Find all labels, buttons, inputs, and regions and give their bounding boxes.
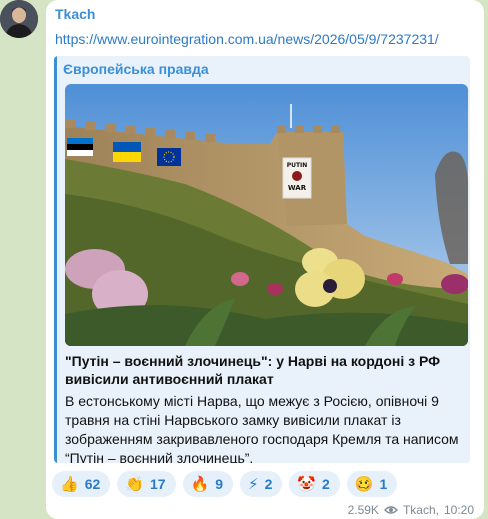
reaction-thumbs-up[interactable]: 👍 62 (52, 471, 111, 497)
view-count: 2.59K (347, 503, 379, 517)
reaction-count: 9 (215, 476, 224, 492)
lightning-icon: ⚡ (248, 475, 259, 493)
preview-image[interactable]: PUTIN WAR (65, 84, 468, 346)
preview-title: "Путін – воєнний злочинець": у Нарві на … (65, 353, 441, 387)
reaction-count: 1 (379, 476, 388, 492)
message-bubble: Tkach https://www.eurointegration.com.ua… (46, 0, 484, 519)
avatar-photo (0, 0, 38, 38)
reaction-count: 2 (264, 476, 273, 492)
poster-top-text: PUTIN (287, 162, 308, 169)
message-time: 10:20 (443, 503, 474, 517)
reaction-count: 62 (84, 476, 101, 492)
woozy-face-icon: 🥴 (354, 475, 374, 493)
preview-description: В естонському місті Нарва, що межує з Ро… (65, 393, 459, 463)
clown-icon: 🤡 (297, 475, 317, 493)
clapping-hands-icon: 👏 (125, 475, 144, 493)
poster-bottom-text: WAR (288, 184, 307, 192)
reaction-lightning[interactable]: ⚡ 2 (240, 471, 283, 497)
reaction-fire[interactable]: 🔥 9 (182, 471, 234, 497)
eye-icon (383, 506, 398, 514)
link-preview[interactable]: Європейська правда PUTIN WAR "Путін – во… (54, 56, 470, 463)
fire-icon: 🔥 (190, 475, 210, 493)
reaction-count: 2 (322, 476, 330, 492)
author-signature: Tkach (402, 503, 436, 517)
avatar[interactable] (0, 0, 38, 38)
reaction-count: 17 (149, 476, 166, 492)
preview-accent-bar (54, 56, 57, 463)
thumbs-up-icon: 👍 (60, 475, 79, 493)
reaction-woozy-face[interactable]: 🥴 1 (346, 471, 398, 497)
article-link[interactable]: https://www.eurointegration.com.ua/news/… (55, 31, 439, 47)
reaction-clown[interactable]: 🤡 2 (289, 471, 340, 497)
message-meta: 2.59K Tkach, 10:20 (347, 503, 474, 517)
reactions-bar: 👍 62 👏 17 🔥 9 ⚡ 2 🤡 2 🥴 1 (52, 471, 398, 497)
reaction-clapping-hands[interactable]: 👏 17 (117, 471, 176, 497)
preview-site-name: Європейська правда (63, 61, 209, 77)
sender-name[interactable]: Tkach (55, 6, 95, 22)
